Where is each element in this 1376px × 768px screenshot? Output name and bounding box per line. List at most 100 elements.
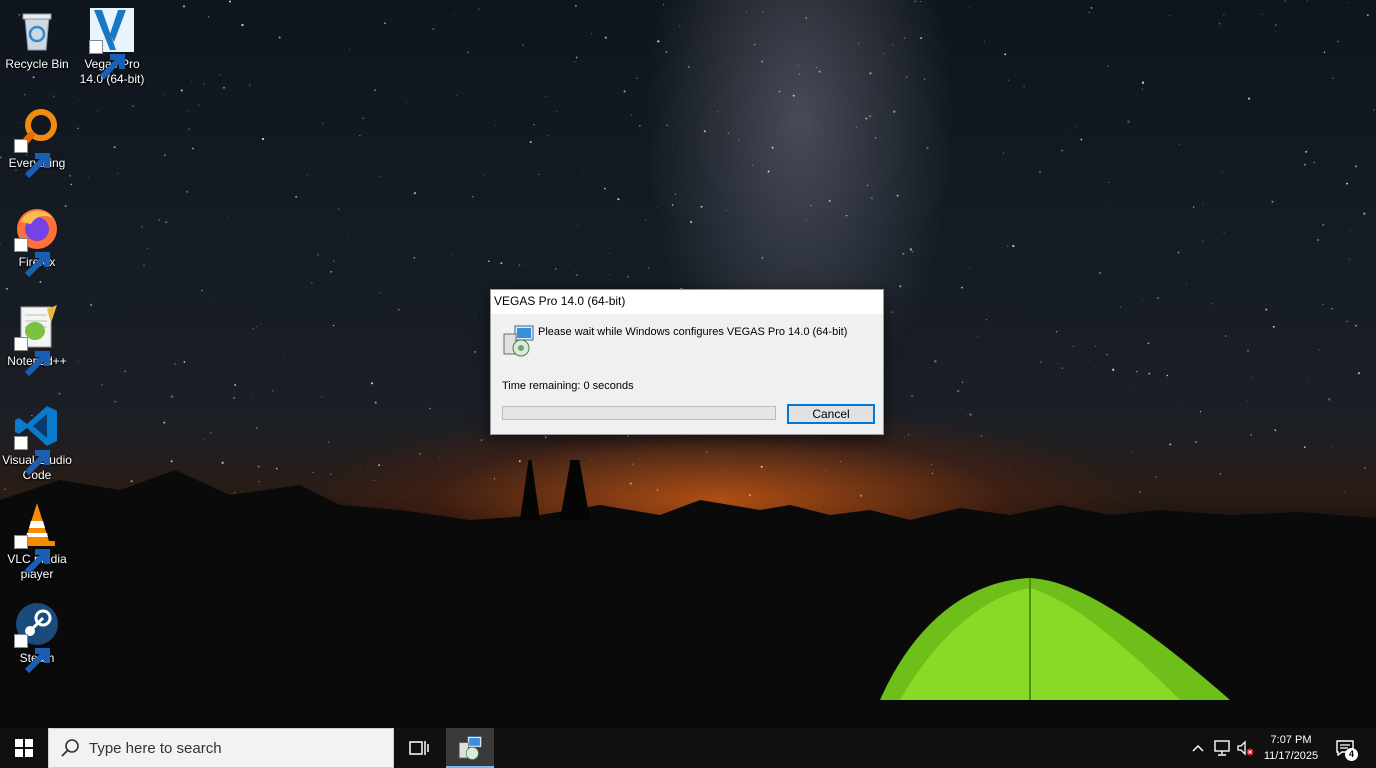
show-hidden-icons-button[interactable] <box>1188 728 1208 768</box>
shortcut-arrow-icon <box>14 436 50 476</box>
star <box>1317 238 1320 242</box>
star <box>192 147 194 150</box>
star <box>1040 361 1042 363</box>
task-view-button[interactable] <box>396 728 442 768</box>
star <box>638 124 641 127</box>
star <box>295 195 298 198</box>
star <box>406 102 408 104</box>
star <box>980 217 982 219</box>
star <box>902 252 905 255</box>
shortcut-arrow-icon <box>14 634 50 674</box>
star <box>228 216 230 218</box>
start-button[interactable] <box>0 728 48 768</box>
star <box>1202 240 1205 243</box>
clock-time: 7:07 PM <box>1270 734 1312 746</box>
star <box>1023 85 1026 88</box>
star <box>1247 349 1249 352</box>
star <box>810 204 812 206</box>
star <box>1061 149 1063 152</box>
star <box>1107 65 1109 67</box>
star <box>626 435 629 438</box>
star <box>705 451 708 454</box>
star <box>1313 161 1315 164</box>
star <box>379 292 381 294</box>
star <box>1274 429 1277 432</box>
star <box>1142 300 1144 301</box>
desktop-icon-vegas-pro[interactable]: Vegas Pro 14.0 (64-bit) <box>75 6 149 87</box>
star <box>1354 165 1358 168</box>
star <box>483 174 485 176</box>
star <box>855 126 858 128</box>
star <box>413 191 417 195</box>
desktop-icon-firefox[interactable]: Firefox <box>0 204 74 278</box>
action-center-button[interactable] <box>1330 728 1360 768</box>
desktop-icon-notepad-plus-plus[interactable]: Notepad++ <box>0 303 74 377</box>
star <box>1274 31 1276 32</box>
star <box>256 151 257 153</box>
shortcut-arrow-icon <box>89 40 125 80</box>
star <box>163 421 166 424</box>
star <box>1112 368 1115 371</box>
star <box>180 89 183 92</box>
star <box>1080 138 1083 141</box>
star <box>114 400 116 403</box>
star <box>1119 306 1122 308</box>
star <box>762 11 764 13</box>
star <box>765 283 767 285</box>
cancel-button[interactable]: Cancel <box>787 404 875 424</box>
shortcut-arrow-icon <box>14 139 50 179</box>
star <box>311 281 313 284</box>
desktop-icon-everything[interactable]: Everything <box>0 105 74 179</box>
star <box>488 260 490 263</box>
star <box>604 36 607 39</box>
clock[interactable]: 7:07 PM 11/17/2025 <box>1252 728 1330 768</box>
star <box>1366 14 1369 17</box>
star <box>792 94 795 97</box>
star <box>321 396 323 398</box>
star <box>306 174 308 176</box>
star <box>1221 171 1223 173</box>
dialog-titlebar[interactable]: VEGAS Pro 14.0 (64-bit) <box>491 290 883 314</box>
star <box>845 214 848 217</box>
star <box>1147 342 1150 345</box>
star <box>852 70 853 72</box>
star <box>283 353 284 355</box>
star <box>1305 150 1308 153</box>
star <box>432 28 435 31</box>
star <box>1039 171 1041 174</box>
dialog-message: Please wait while Windows configures VEG… <box>538 326 848 338</box>
star <box>1211 303 1213 305</box>
star <box>113 146 116 149</box>
desktop-icon-vlc[interactable]: VLC media player <box>0 501 74 582</box>
star <box>1261 13 1263 16</box>
star <box>609 274 611 276</box>
star <box>1323 51 1326 54</box>
taskbar-app-installer[interactable] <box>446 728 494 768</box>
star <box>575 4 577 7</box>
star <box>197 104 200 107</box>
star <box>142 264 146 267</box>
star <box>1223 14 1225 16</box>
star <box>746 11 748 13</box>
taskbar-search-box[interactable]: Type here to search <box>48 728 394 768</box>
star <box>665 51 668 53</box>
desktop-icon-recycle-bin[interactable]: Recycle Bin <box>0 6 74 72</box>
star <box>546 134 549 137</box>
star <box>9 96 11 98</box>
star <box>575 56 578 59</box>
star <box>429 407 431 410</box>
star <box>522 44 524 46</box>
installer-dialog: VEGAS Pro 14.0 (64-bit) Please wait whil… <box>490 289 884 435</box>
network-button[interactable] <box>1210 728 1234 768</box>
shortcut-arrow-icon <box>14 238 50 278</box>
chevron-up-icon <box>1192 744 1204 752</box>
star <box>1157 297 1159 299</box>
desktop-icon-steam[interactable]: Steam <box>0 600 74 674</box>
star <box>1331 446 1333 448</box>
star <box>58 392 61 395</box>
desktop-icon-vscode[interactable]: Visual Studio Code <box>0 402 74 483</box>
star <box>32 76 35 79</box>
star <box>1055 330 1058 333</box>
star <box>1246 400 1248 401</box>
star <box>77 127 79 130</box>
